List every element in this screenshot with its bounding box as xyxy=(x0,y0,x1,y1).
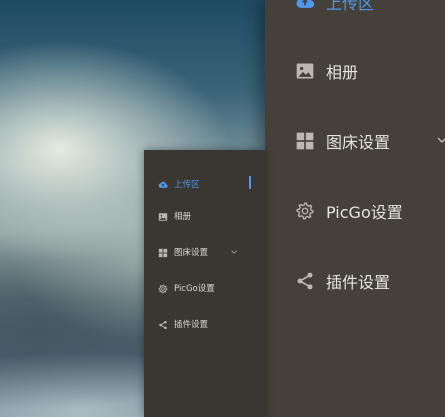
gear-icon xyxy=(158,284,168,294)
active-indicator xyxy=(249,176,251,189)
chevron-down-icon xyxy=(231,250,237,254)
chevron-down-icon xyxy=(437,137,445,143)
cloud-upload-icon xyxy=(158,181,168,188)
sidebar-item-upload[interactable]: 上传区 xyxy=(265,0,445,22)
image-icon xyxy=(296,63,314,79)
sidebar-item-label: 上传区 xyxy=(326,0,375,13)
sidebar-item-label: PicGo设置 xyxy=(174,284,215,294)
share-icon xyxy=(297,272,313,290)
sidebar-item-label: PicGo设置 xyxy=(326,203,403,222)
sidebar-item-album[interactable]: 相册 xyxy=(144,206,265,228)
sidebar-item-plugin-settings[interactable]: 插件设置 xyxy=(265,261,445,301)
grid-icon xyxy=(158,248,168,258)
sidebar-item-upload[interactable]: 上传区 xyxy=(144,174,265,196)
grid-icon xyxy=(296,132,314,150)
sidebar-item-label: 相册 xyxy=(326,63,359,82)
sidebar-item-plugin-settings[interactable]: 插件设置 xyxy=(144,314,265,336)
sidebar-item-label: 插件设置 xyxy=(174,320,209,330)
sidebar-menu-small: 上传区 相册 图床设置 PicGo设置 插件设置 xyxy=(144,150,265,417)
sidebar-menu-large: 上传区 相册 图床设置 PicGo设置 插件设置 xyxy=(265,0,445,417)
sidebar-item-image-host-settings[interactable]: 图床设置 xyxy=(265,121,445,161)
sidebar-item-image-host-settings[interactable]: 图床设置 xyxy=(144,242,265,264)
sidebar-item-label: 上传区 xyxy=(174,180,200,190)
sidebar-item-picgo-settings[interactable]: PicGo设置 xyxy=(144,278,265,300)
sidebar-item-album[interactable]: 相册 xyxy=(265,51,445,91)
image-icon xyxy=(158,213,168,221)
sidebar-item-picgo-settings[interactable]: PicGo设置 xyxy=(265,191,445,231)
sidebar-item-label: 图床设置 xyxy=(326,133,391,152)
cloud-upload-icon xyxy=(296,0,315,8)
share-icon xyxy=(159,320,167,330)
sidebar-item-label: 插件设置 xyxy=(326,273,391,292)
sidebar-item-label: 相册 xyxy=(174,212,192,222)
sidebar-item-label: 图床设置 xyxy=(174,248,209,258)
gear-icon xyxy=(296,202,314,220)
